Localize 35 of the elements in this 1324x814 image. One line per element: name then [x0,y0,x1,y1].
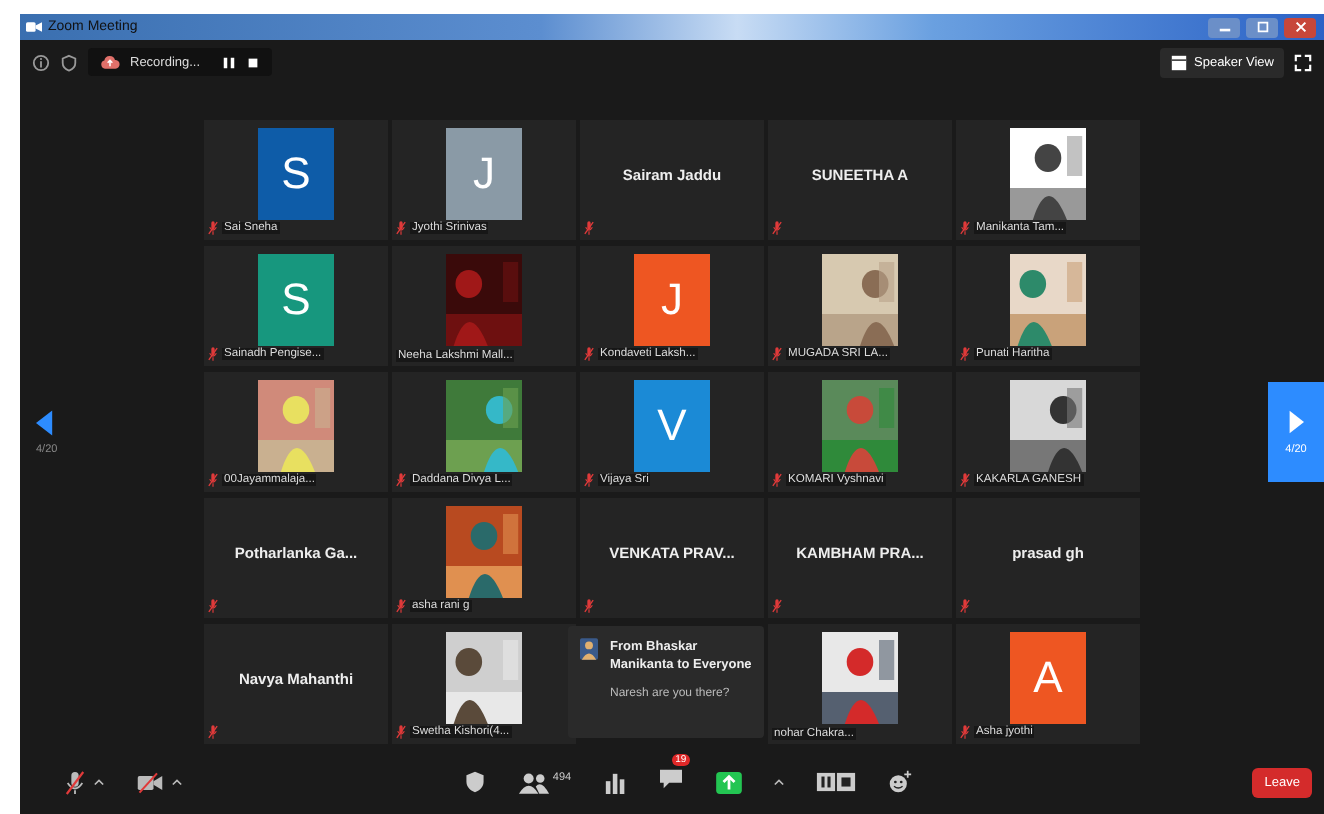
chat-icon[interactable] [657,768,684,790]
letter-avatar: S [258,254,334,346]
emoji-plus-icon[interactable] [887,770,912,794]
video-camera-icon [26,20,42,34]
video-off-icon[interactable] [136,771,164,793]
close-icon [1293,20,1307,34]
letter-avatar: A [1010,632,1086,724]
fullscreen-icon[interactable] [1294,53,1312,71]
maximize-button[interactable] [1246,17,1278,37]
letter-avatar: V [634,380,710,472]
caret-icon[interactable] [94,778,104,786]
share-screen-icon[interactable] [715,771,742,793]
muted-mic-icon[interactable] [64,769,86,795]
cloud-icon [100,54,120,70]
letter-avatar: J [446,128,522,220]
left-arrow-icon [36,409,54,435]
minimize-button[interactable] [1208,17,1240,37]
caret-icon[interactable] [773,778,784,786]
bar-chart-icon[interactable] [603,771,626,793]
stop-icon[interactable] [246,55,261,69]
maximize-icon [1255,20,1269,34]
user-avatar-icon [580,638,598,660]
pause-stop-icon[interactable] [815,772,856,792]
info-icon[interactable] [32,53,50,71]
previous-page-button[interactable] [36,409,54,435]
participants-icon[interactable] [518,771,551,793]
shield-icon[interactable] [60,53,78,71]
letter-avatar: S [258,128,334,220]
close-button[interactable] [1284,17,1316,37]
shield-icon[interactable] [464,770,487,794]
right-arrow-icon [1288,409,1304,433]
letter-avatar: J [634,254,710,346]
grid-view-icon [1170,53,1188,71]
caret-icon[interactable] [172,778,182,786]
pause-icon[interactable] [222,55,237,69]
